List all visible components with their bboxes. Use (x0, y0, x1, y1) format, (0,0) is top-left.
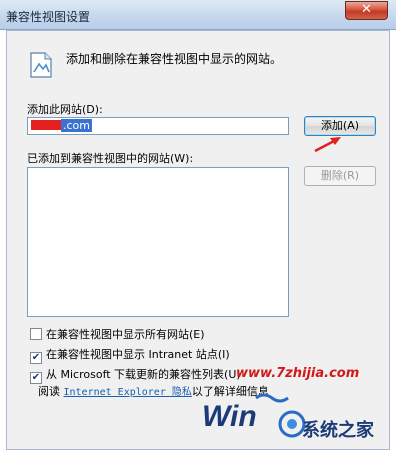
red-arrow-annotation (314, 137, 341, 153)
option-download-list[interactable]: ✔ 从 Microsoft 下载更新的兼容性列表(U) (30, 366, 241, 384)
add-site-label: 添加此网站(D): (27, 103, 103, 116)
option-intranet[interactable]: ✔ 在兼容性视图中显示 Intranet 站点(I) (30, 346, 230, 364)
watermark-brand: 系统之家 (302, 420, 374, 441)
window-title: 兼容性视图设置 (6, 10, 91, 24)
close-icon: ✕ (361, 2, 372, 17)
checkbox-intranet[interactable]: ✔ (30, 352, 42, 364)
remove-button[interactable]: 删除(R) (304, 166, 376, 186)
option-intranet-label: 在兼容性视图中显示 Intranet 站点(I) (46, 348, 230, 361)
logo-letters: Win (202, 400, 257, 433)
website-input-value: .com (61, 119, 92, 132)
title-bar: 兼容性视图设置 ✕ (0, 0, 396, 30)
intro-text: 添加和删除在兼容性视图中显示的网站。 (66, 52, 283, 66)
redacted-text (31, 120, 61, 130)
close-button[interactable]: ✕ (345, 1, 388, 20)
option-all-sites[interactable]: 在兼容性视图中显示所有网站(E) (30, 326, 205, 342)
add-button[interactable]: 添加(A) (304, 116, 376, 136)
privacy-link[interactable]: Internet Explorer 隐私 (64, 387, 192, 398)
sites-listbox[interactable] (27, 167, 289, 317)
option-download-list-label: 从 Microsoft 下载更新的兼容性列表(U) (46, 368, 241, 381)
document-image-icon (30, 52, 52, 78)
watermark-url: www.7zhijia.com (236, 366, 360, 381)
website-input[interactable]: .com (27, 117, 289, 135)
list-label: 已添加到兼容性视图中的网站(W): (27, 152, 194, 165)
read-prefix: 阅读 (38, 385, 60, 398)
checkbox-all-sites[interactable] (30, 328, 42, 340)
option-all-sites-label: 在兼容性视图中显示所有网站(E) (46, 328, 205, 341)
